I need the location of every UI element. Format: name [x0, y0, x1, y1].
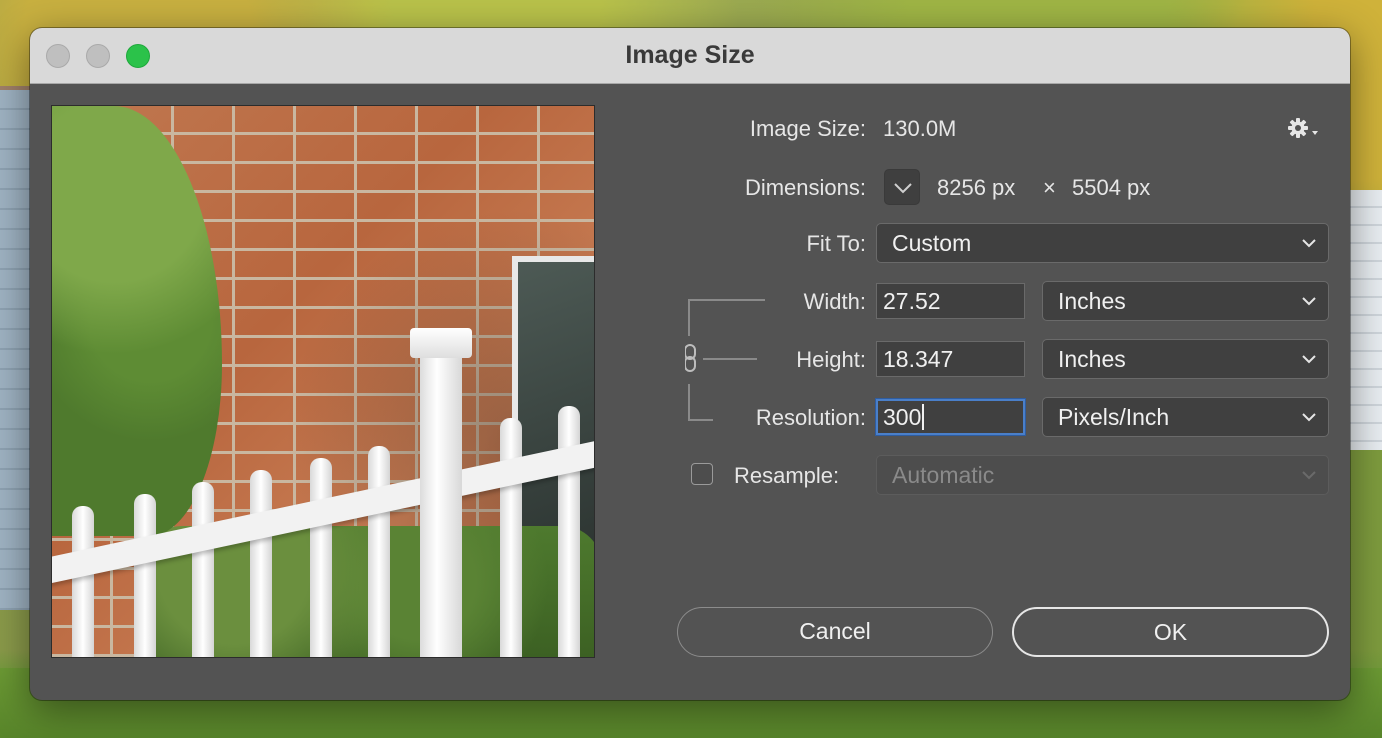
dimensions-width-value: 8256 px — [937, 175, 1016, 200]
preview-post — [420, 336, 462, 657]
image-size-label: Image Size: — [749, 116, 866, 141]
preview-baluster — [72, 506, 94, 657]
preview-baluster — [368, 446, 390, 657]
height-label: Height: — [796, 347, 866, 372]
resolution-label: Resolution: — [755, 405, 866, 430]
resample-checkbox[interactable] — [691, 463, 713, 485]
height-input[interactable]: 18.347 — [876, 341, 1025, 377]
image-size-value: 130.0M — [883, 116, 957, 141]
chevron-down-icon — [1302, 413, 1316, 422]
ok-button[interactable]: OK — [1012, 607, 1329, 657]
title-bar[interactable]: Image Size — [30, 28, 1350, 84]
chevron-down-icon — [894, 183, 912, 194]
chevron-down-icon — [1302, 239, 1316, 248]
resample-label: Resample: — [734, 463, 840, 488]
dimensions-times-sign: × — [1043, 175, 1056, 200]
resolution-unit-value: Pixels/Inch — [1058, 404, 1170, 430]
preview-window — [512, 256, 594, 556]
dimensions-label: Dimensions: — [744, 175, 866, 200]
preview-baluster — [500, 418, 522, 657]
window-title: Image Size — [625, 41, 755, 69]
dimensions-height-value: 5504 px — [1072, 175, 1151, 200]
cancel-button[interactable]: Cancel — [677, 607, 993, 657]
width-unit-select[interactable]: Inches — [1042, 281, 1329, 321]
resolution-input[interactable]: 300 — [876, 399, 1025, 435]
gear-icon[interactable] — [1286, 114, 1324, 142]
background-house-siding-right — [1348, 190, 1382, 450]
fit-to-label: Fit To: — [806, 231, 866, 256]
preview-baluster — [192, 482, 214, 657]
resample-method-value: Automatic — [892, 462, 995, 488]
chevron-down-icon — [1302, 355, 1316, 364]
resolution-unit-select[interactable]: Pixels/Inch — [1042, 397, 1329, 437]
width-label: Width: — [803, 289, 866, 314]
chevron-down-icon — [1302, 471, 1316, 480]
preview-baluster — [250, 470, 272, 657]
image-size-dialog: Image Size Image Size: 130.0M Dimensions… — [30, 28, 1350, 700]
preview-post-cap — [410, 328, 472, 358]
resolution-value: 300 — [883, 404, 922, 430]
preview-baluster — [134, 494, 156, 657]
fit-to-select[interactable]: Custom — [876, 223, 1329, 263]
background-house-siding — [0, 90, 32, 610]
height-unit-select[interactable]: Inches — [1042, 339, 1329, 379]
preview-baluster — [310, 458, 332, 657]
text-caret — [922, 404, 925, 430]
width-input[interactable]: 27.52 — [876, 283, 1025, 319]
height-unit-value: Inches — [1058, 346, 1126, 372]
chevron-down-icon — [1302, 297, 1316, 306]
width-unit-value: Inches — [1058, 288, 1126, 314]
fit-to-value: Custom — [892, 230, 972, 256]
resample-method-select: Automatic — [876, 455, 1329, 495]
image-preview[interactable] — [51, 105, 595, 658]
dimensions-unit-toggle[interactable] — [884, 169, 920, 205]
